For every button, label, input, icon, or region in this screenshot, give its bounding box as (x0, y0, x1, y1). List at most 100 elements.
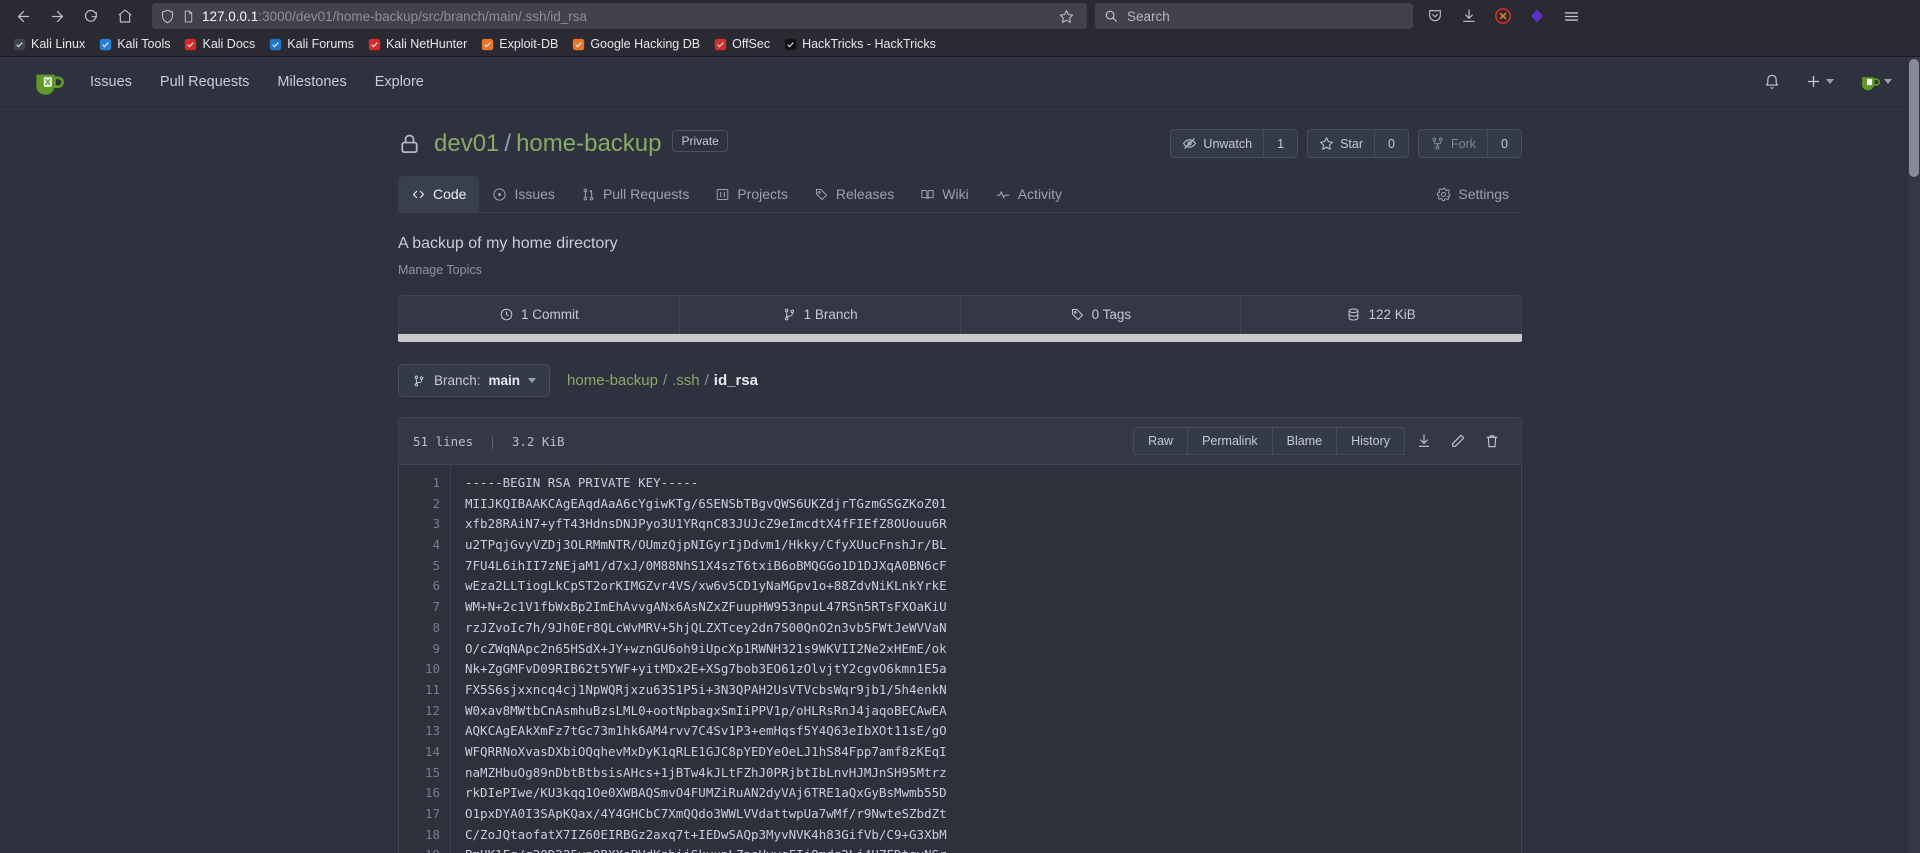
home-button[interactable] (108, 2, 142, 30)
bookmark-kali-tools[interactable]: Kali Tools (92, 35, 177, 53)
fork-button[interactable]: Fork (1418, 129, 1488, 158)
download-icon[interactable] (1409, 433, 1439, 449)
chevron-down-icon (528, 378, 537, 383)
bookmark-kali-linux[interactable]: Kali Linux (6, 35, 92, 53)
tab-settings[interactable]: Settings (1423, 176, 1522, 212)
code-line: MIIJKQIBAAKCAgEAqdAaA6cYgiwKTg/6SENSbTBg… (465, 495, 947, 511)
downloads-icon[interactable] (1453, 2, 1485, 30)
trash-icon[interactable] (1477, 433, 1507, 449)
issue-opened-icon (493, 187, 507, 201)
breadcrumb-separator: / (704, 372, 709, 389)
code-line: WFQRRNoXvasDXbiOQqhevMxDyK1qRLE1GJC8pYED… (465, 743, 947, 759)
breadcrumb-dir[interactable]: .ssh (672, 372, 700, 389)
user-menu-button[interactable] (1848, 71, 1902, 93)
bookmark-hacktricks-hacktricks[interactable]: HackTricks - HackTricks (777, 35, 943, 53)
gitea-navbar: Issues Pull Requests Milestones Explore (0, 57, 1920, 107)
bell-icon[interactable] (1753, 73, 1791, 91)
line-number[interactable]: 12 (399, 701, 440, 722)
line-number[interactable]: 5 (399, 556, 440, 577)
code-line: O/cZWqNApc2n65HSdX+JY+wznGU6oh9iUpcXp1RW… (465, 640, 947, 656)
stat-branches-label: 1 Branch (803, 307, 858, 322)
bookmark-google-hacking-db[interactable]: Google Hacking DB (565, 35, 707, 53)
stat-commits[interactable]: 1 Commit (399, 296, 680, 333)
line-number[interactable]: 9 (399, 639, 440, 660)
nav-item-milestones[interactable]: Milestones (263, 57, 360, 107)
extension-diamond-icon[interactable] (1521, 2, 1553, 30)
line-number[interactable]: 11 (399, 680, 440, 701)
line-number[interactable]: 8 (399, 618, 440, 639)
line-number[interactable]: 17 (399, 804, 440, 825)
tab-releases[interactable]: Releases (801, 176, 907, 212)
unwatch-button[interactable]: Unwatch (1170, 129, 1265, 158)
line-number[interactable]: 18 (399, 825, 440, 846)
bookmark-label: Kali Linux (31, 37, 86, 51)
nav-item-pull-requests[interactable]: Pull Requests (146, 57, 263, 107)
nav-item-explore[interactable]: Explore (361, 57, 438, 107)
browser-search-bar[interactable]: Search (1095, 3, 1413, 29)
repo-name[interactable]: home-backup (516, 130, 661, 158)
pencil-icon[interactable] (1443, 433, 1473, 449)
back-button[interactable] (6, 2, 40, 30)
breadcrumb-file: id_rsa (713, 372, 758, 389)
raw-button[interactable]: Raw (1133, 427, 1189, 455)
reload-button[interactable] (74, 2, 108, 30)
watch-count[interactable]: 1 (1264, 129, 1299, 158)
tab-activity[interactable]: Activity (982, 176, 1075, 212)
bookmark-star-icon[interactable] (1053, 9, 1079, 24)
bookmark-offsec[interactable]: OffSec (707, 35, 777, 53)
star-button[interactable]: Star (1307, 129, 1375, 158)
line-number[interactable]: 16 (399, 783, 440, 804)
code-line: 7FU4L6ihII7zNEjaM1/d7xJ/0M88NhS1X4szT6tx… (465, 557, 947, 573)
line-number[interactable]: 15 (399, 763, 440, 784)
bookmark-exploit-db[interactable]: Exploit-DB (474, 35, 565, 53)
url-bar[interactable]: 127.0.0.1:3000/dev01/home-backup/src/bra… (152, 3, 1087, 29)
blame-button[interactable]: Blame (1272, 427, 1338, 455)
manage-topics-link[interactable]: Manage Topics (398, 263, 1522, 277)
line-number[interactable]: 14 (399, 742, 440, 763)
line-number[interactable]: 2 (399, 494, 440, 515)
line-number[interactable]: 7 (399, 597, 440, 618)
forward-button[interactable] (40, 2, 74, 30)
permalink-button[interactable]: Permalink (1188, 427, 1273, 455)
tab-wiki[interactable]: Wiki (907, 176, 981, 212)
bookmark-kali-nethunter[interactable]: Kali NetHunter (361, 35, 474, 53)
navbar-right (1753, 71, 1902, 93)
line-number[interactable]: 1 (399, 473, 440, 494)
breadcrumb-root[interactable]: home-backup (567, 372, 658, 389)
stat-branches[interactable]: 1 Branch (680, 296, 961, 333)
exploitdb-icon (481, 38, 494, 51)
page-scrollbar[interactable] (1908, 57, 1920, 853)
unwatch-label: Unwatch (1203, 136, 1253, 151)
fork-count[interactable]: 0 (1488, 129, 1522, 158)
branch-selector[interactable]: Branch: main (398, 364, 551, 397)
pocket-icon[interactable] (1419, 2, 1451, 30)
app-menu-icon[interactable] (1555, 2, 1587, 30)
line-number[interactable]: 19 (399, 845, 440, 853)
bookmark-kali-docs[interactable]: Kali Docs (177, 35, 262, 53)
gitea-logo-icon[interactable] (30, 65, 64, 99)
tab-issues[interactable]: Issues (479, 176, 567, 212)
code-line: O1pxDYA0I3SApKQax/4Y4GHCbC7XmQQdo3WWLVVd… (465, 806, 947, 821)
create-new-button[interactable] (1795, 73, 1844, 90)
history-button[interactable]: History (1337, 427, 1405, 455)
git-pull-request-icon (583, 188, 594, 200)
line-numbers[interactable]: 12345678910111213141516171819 (399, 465, 451, 853)
ublock-origin-icon[interactable] (1487, 2, 1519, 30)
nav-item-issues[interactable]: Issues (76, 57, 146, 107)
ghdb-icon (572, 38, 585, 51)
tab-projects[interactable]: Projects (702, 176, 801, 212)
tab-code[interactable]: Code (398, 176, 480, 212)
meta-divider: | (488, 433, 497, 449)
star-count[interactable]: 0 (1375, 129, 1409, 158)
bookmark-kali-forums[interactable]: Kali Forums (262, 35, 361, 53)
stat-tags[interactable]: 0 Tags (961, 296, 1242, 333)
repo-owner[interactable]: dev01 (434, 130, 499, 158)
code-line: xfb28RAiN7+yfT43HdnsDNJPyo3U1YRqnC83JUJc… (465, 516, 947, 532)
line-number[interactable]: 4 (399, 535, 440, 556)
line-number[interactable]: 13 (399, 721, 440, 742)
line-number[interactable]: 3 (399, 514, 440, 535)
line-number[interactable]: 6 (399, 576, 440, 597)
scrollbar-thumb[interactable] (1909, 59, 1919, 177)
tab-pull-requests[interactable]: Pull Requests (568, 176, 702, 212)
line-number[interactable]: 10 (399, 659, 440, 680)
